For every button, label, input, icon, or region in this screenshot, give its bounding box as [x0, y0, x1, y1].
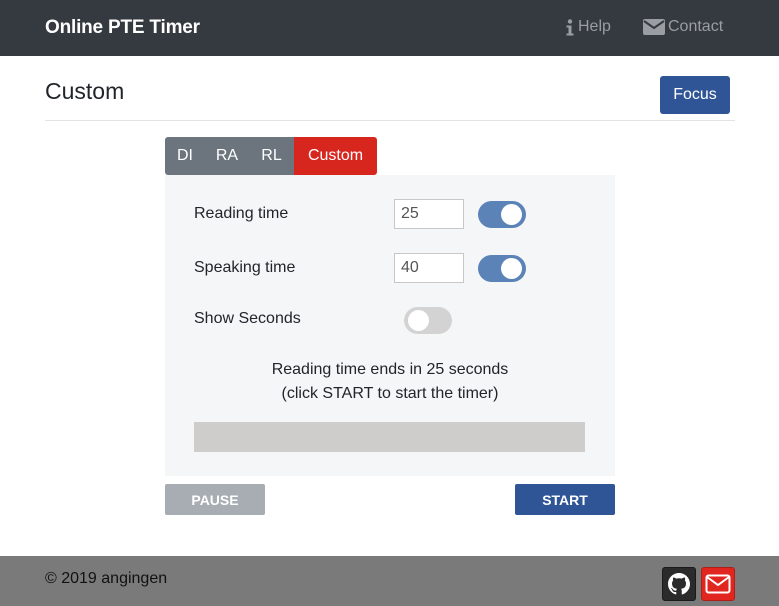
- mail-button[interactable]: [701, 567, 735, 601]
- tab-di[interactable]: DI: [165, 137, 205, 175]
- speaking-time-label: Speaking time: [194, 259, 296, 276]
- tab-ra[interactable]: RA: [205, 137, 249, 175]
- custom-settings-panel: Reading time Speaking time Show Seconds …: [165, 175, 615, 476]
- pause-button[interactable]: PAUSE: [165, 484, 265, 515]
- help-link[interactable]: Help: [565, 18, 611, 36]
- top-navbar: Online PTE Timer Help Contact: [0, 0, 779, 56]
- github-button[interactable]: [662, 567, 696, 601]
- tab-custom[interactable]: Custom: [294, 137, 377, 175]
- info-icon: [565, 18, 575, 36]
- reading-time-label: Reading time: [194, 205, 289, 222]
- help-label: Help: [578, 18, 611, 35]
- speaking-time-input[interactable]: [394, 253, 464, 283]
- focus-button[interactable]: Focus: [660, 76, 730, 114]
- contact-label: Contact: [668, 18, 724, 35]
- toggle-knob: [501, 204, 522, 225]
- title-divider: [45, 120, 735, 121]
- show-seconds-label: Show Seconds: [194, 310, 301, 327]
- page-title: Custom: [45, 78, 125, 104]
- toggle-knob: [501, 258, 522, 279]
- timer-tabs: DI RA RL Custom: [165, 137, 377, 175]
- github-icon: [668, 573, 690, 595]
- speaking-time-toggle[interactable]: [478, 255, 526, 282]
- status-message-line2: (click START to start the timer): [281, 385, 499, 402]
- status-message-line1: Reading time ends in 25 seconds: [271, 361, 509, 378]
- show-seconds-toggle[interactable]: [404, 307, 452, 334]
- toggle-knob: [408, 310, 429, 331]
- start-button[interactable]: START: [515, 484, 615, 515]
- contact-link[interactable]: Contact: [643, 18, 723, 36]
- tab-rl[interactable]: RL: [249, 137, 294, 175]
- reading-time-input[interactable]: [394, 199, 464, 229]
- mail-icon: [705, 574, 731, 594]
- copyright-text: © 2019 angingen: [45, 570, 168, 587]
- reading-time-toggle[interactable]: [478, 201, 526, 228]
- footer: © 2019 angingen: [0, 556, 779, 606]
- timer-progress-bar: [194, 422, 585, 452]
- envelope-icon: [643, 19, 665, 35]
- brand-title[interactable]: Online PTE Timer: [45, 17, 200, 39]
